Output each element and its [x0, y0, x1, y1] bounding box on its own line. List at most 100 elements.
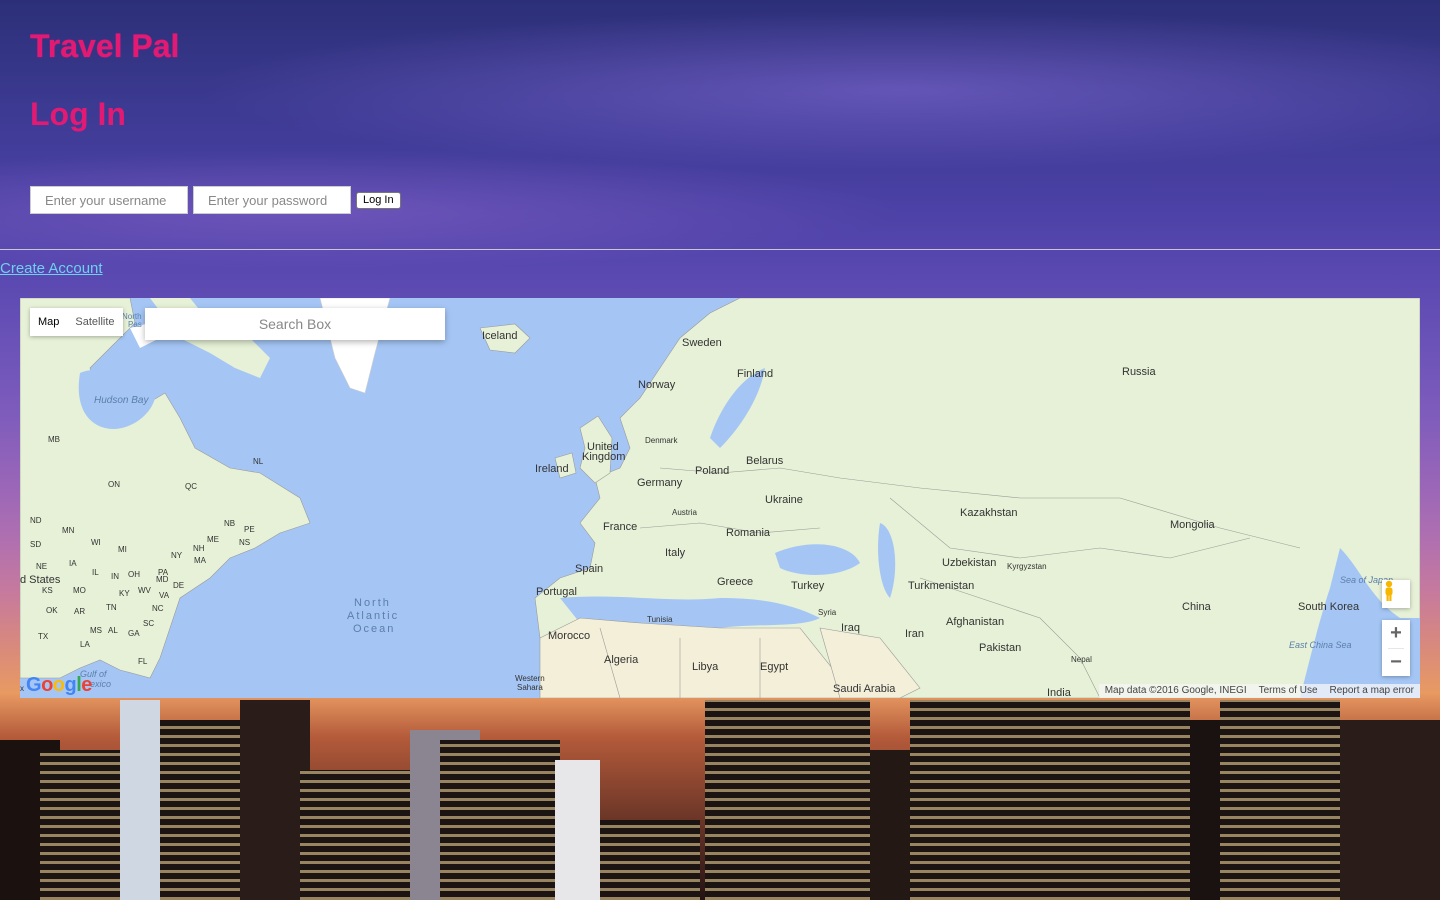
map-label-finland: Finland — [737, 368, 774, 380]
map-label-fl: FL — [138, 657, 148, 666]
map-label-mo: MO — [73, 586, 86, 595]
map-label-egypt: Egypt — [760, 661, 789, 673]
map-label-nd: ND — [30, 516, 42, 525]
map-label-austria: Austria — [672, 508, 697, 517]
map-label-north-atlantic-1: North — [354, 597, 391, 609]
map-label-de: DE — [173, 581, 185, 590]
map-label-belarus: Belarus — [746, 455, 784, 467]
map-label-pakistan: Pakistan — [979, 642, 1022, 654]
map-label-mongolia: Mongolia — [1170, 519, 1215, 531]
map-label-ks: KS — [42, 586, 53, 595]
map-label-ok: OK — [46, 606, 58, 615]
map-label-greece: Greece — [717, 576, 754, 588]
divider — [0, 249, 1440, 250]
map-label-poland: Poland — [695, 465, 730, 477]
map-label-ia: IA — [69, 559, 77, 568]
password-input[interactable] — [193, 186, 351, 214]
map-label-nb: NB — [224, 519, 236, 528]
map-label-sd: SD — [30, 540, 42, 549]
map-label-il: IL — [92, 568, 99, 577]
map-label-in: IN — [111, 572, 119, 581]
map-tiles — [20, 298, 1420, 698]
map-label-france: France — [603, 521, 638, 533]
street-view-pegman-icon[interactable] — [1382, 580, 1410, 608]
map-label-north-atlantic-3: Ocean — [353, 623, 396, 635]
map-label-east-china-sea: East China Sea — [1289, 640, 1352, 650]
map-label-nc: NC — [152, 604, 164, 613]
map-label-sweden: Sweden — [682, 337, 722, 349]
map-label-ma: MA — [194, 556, 206, 565]
app-title: Travel Pal — [30, 28, 180, 64]
map-label-north-atlantic-2: Atlantic — [347, 610, 400, 622]
map-label-ukraine: Ukraine — [765, 494, 803, 506]
map-label-tx: TX — [38, 632, 49, 641]
map-label-mb: MB — [48, 435, 60, 444]
map-label-wv: WV — [138, 586, 151, 595]
map-label-iraq: Iraq — [841, 622, 860, 634]
map-label-va: VA — [159, 591, 170, 600]
map-label-ms: MS — [90, 626, 102, 635]
map-label-iran: Iran — [905, 628, 924, 640]
map-label-qc: QC — [185, 482, 197, 491]
map-label-turkey: Turkey — [791, 580, 825, 592]
map-label-tunisia: Tunisia — [647, 615, 673, 624]
map-label-x: x — [20, 684, 24, 693]
map-type-control: Map Satellite — [30, 308, 123, 336]
login-form: Log In — [30, 186, 401, 214]
map-label-south-korea: South Korea — [1298, 601, 1360, 613]
map-label-syria: Syria — [818, 608, 837, 617]
map-label-morocco: Morocco — [548, 630, 591, 642]
map-type-satellite-button[interactable]: Satellite — [67, 308, 122, 336]
map-label-al: AL — [108, 626, 118, 635]
map-label-afghanistan: Afghanistan — [946, 616, 1005, 628]
map-label-romania: Romania — [726, 527, 771, 539]
map-label-gulf-of-mexico-2: exico — [90, 679, 112, 689]
map-attribution: Map data ©2016 Google, INEGI Terms of Us… — [1098, 684, 1420, 698]
map-label-nh: NH — [193, 544, 205, 553]
map-type-map-button[interactable]: Map — [30, 308, 67, 336]
terms-of-use-link[interactable]: Terms of Use — [1253, 684, 1324, 698]
login-heading: Log In — [30, 96, 126, 132]
map-label-ireland: Ireland — [535, 463, 569, 475]
map-label-mi: MI — [118, 545, 127, 554]
map-label-pe: PE — [244, 525, 255, 534]
map-label-ns: NS — [239, 538, 251, 547]
map-label-western-sahara-2: Sahara — [517, 683, 543, 692]
map-label-algeria: Algeria — [604, 654, 639, 666]
username-input[interactable] — [30, 186, 188, 214]
map-label-portugal: Portugal — [536, 586, 577, 598]
map-label-germany: Germany — [637, 477, 683, 489]
map-label-turkmenistan: Turkmenistan — [908, 580, 975, 592]
google-logo[interactable]: Google — [26, 674, 92, 697]
map-label-libya: Libya — [692, 661, 719, 673]
map-label-saudi-arabia: Saudi Arabia — [833, 683, 896, 695]
map-search-input[interactable] — [145, 308, 445, 340]
map-label-ny: NY — [171, 551, 183, 560]
map-label-western-sahara-1: Western — [515, 674, 545, 683]
map-label-china: China — [1182, 601, 1211, 613]
report-map-error-link[interactable]: Report a map error — [1324, 684, 1420, 698]
map-label-tn: TN — [106, 603, 117, 612]
map-label-la: LA — [80, 640, 90, 649]
map-label-denmark: Denmark — [645, 436, 678, 445]
login-button[interactable]: Log In — [356, 191, 401, 209]
zoom-control: + − — [1382, 620, 1410, 676]
background-sky — [0, 0, 1440, 300]
map-data-credit: Map data ©2016 Google, INEGI — [1104, 685, 1247, 696]
zoom-in-button[interactable]: + — [1382, 620, 1410, 648]
create-account-link[interactable]: Create Account — [0, 260, 103, 277]
map-label-hudson-bay: Hudson Bay — [94, 395, 149, 406]
map-label-me: ME — [207, 535, 219, 544]
zoom-out-button[interactable]: − — [1382, 649, 1410, 677]
map-label-on: ON — [108, 480, 120, 489]
map-label-ga: GA — [128, 629, 140, 638]
map-label-nl: NL — [253, 457, 264, 466]
map-label-kazakhstan: Kazakhstan — [960, 507, 1018, 519]
map-label-md: MD — [156, 575, 169, 584]
map-label-kyrgyzstan: Kyrgyzstan — [1007, 562, 1047, 571]
map[interactable]: North Pas Iceland Sweden Finland Norway … — [20, 298, 1420, 698]
map-label-italy: Italy — [665, 547, 686, 559]
map-label-iceland: Iceland — [482, 330, 518, 342]
map-label-spain: Spain — [575, 563, 604, 575]
map-label-ar: AR — [74, 607, 86, 616]
